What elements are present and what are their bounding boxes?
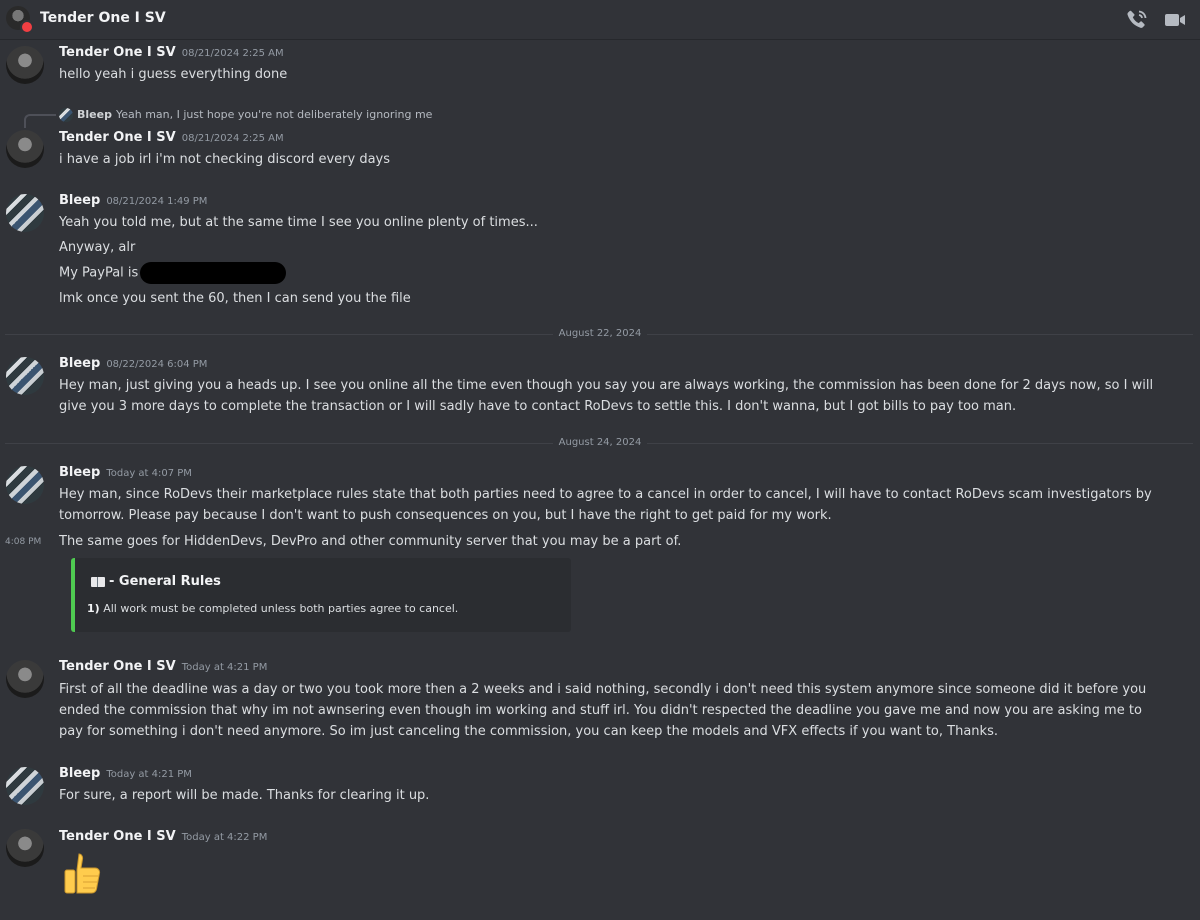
message-author[interactable]: Bleep 08/22/2024 6:04 PM xyxy=(59,356,207,371)
message-timestamp: Today at 4:21 PM xyxy=(181,662,268,673)
reply-avatar xyxy=(59,108,73,122)
message-timestamp: 08/22/2024 6:04 PM xyxy=(106,359,208,370)
message-timestamp: 08/21/2024 2:25 AM xyxy=(181,48,284,59)
avatar-bleep[interactable] xyxy=(6,357,44,395)
message-text: Hey man, just giving you a heads up. I s… xyxy=(59,378,1154,414)
phone-call-icon[interactable] xyxy=(1125,8,1149,32)
embed-title: - General Rules xyxy=(91,574,221,589)
open-book-icon xyxy=(91,576,105,587)
date-divider: August 24, 2024 xyxy=(0,437,1200,448)
message-text: Yeah you told me, but at the same time I… xyxy=(59,215,538,230)
message-author[interactable]: Bleep 08/21/2024 1:49 PM xyxy=(59,193,207,208)
thumbs-up-icon xyxy=(64,853,101,894)
message-timestamp: 08/21/2024 2:25 AM xyxy=(181,133,284,144)
message-author[interactable]: Bleep Today at 4:21 PM xyxy=(59,766,192,781)
reply-connector xyxy=(24,114,56,128)
avatar-tender[interactable] xyxy=(6,130,44,168)
message-text: Anyway, alr xyxy=(59,240,136,255)
message-text: lmk once you sent the 60, then I can sen… xyxy=(59,291,411,306)
message-text: For sure, a report will be made. Thanks … xyxy=(59,788,430,803)
hover-timestamp: 4:08 PM xyxy=(5,537,42,547)
message-text: My PayPal is xyxy=(59,262,287,284)
message-text: i have a job irl i'm not checking discor… xyxy=(59,152,391,167)
message-timestamp: 08/21/2024 1:49 PM xyxy=(106,196,208,207)
avatar-tender[interactable] xyxy=(6,660,44,698)
avatar-tender[interactable] xyxy=(6,829,44,867)
message-author[interactable]: Tender One I SV 08/21/2024 2:25 AM xyxy=(59,45,284,60)
date-divider: August 22, 2024 xyxy=(0,328,1200,339)
video-camera-icon[interactable] xyxy=(1163,8,1187,32)
embed-description: 1) All work must be completed unless bot… xyxy=(87,602,459,615)
message-timestamp: Today at 4:07 PM xyxy=(106,468,192,479)
reply-text: Yeah man, I just hope you're not deliber… xyxy=(115,108,433,121)
avatar-bleep[interactable] xyxy=(6,767,44,805)
message-text: The same goes for HiddenDevs, DevPro and… xyxy=(59,534,682,549)
message-text: Hey man, since RoDevs their marketplace … xyxy=(59,487,1152,523)
redacted-block xyxy=(140,262,287,284)
message-timestamp: Today at 4:21 PM xyxy=(106,769,192,780)
reply-preview[interactable]: Bleep Yeah man, I just hope you're not de… xyxy=(59,108,432,122)
message-author[interactable]: Bleep Today at 4:07 PM xyxy=(59,465,192,480)
message-author[interactable]: Tender One I SV Today at 4:22 PM xyxy=(59,829,267,844)
avatar-bleep[interactable] xyxy=(6,466,44,504)
message-timestamp: Today at 4:22 PM xyxy=(181,832,268,843)
message-text: hello yeah i guess everything done xyxy=(59,67,288,82)
message-text: First of all the deadline was a day or t… xyxy=(59,682,1147,739)
reply-author: Bleep xyxy=(77,108,112,121)
channel-title: Tender One I SV xyxy=(40,10,166,26)
message-author[interactable]: Tender One I SV 08/21/2024 2:25 AM xyxy=(59,130,284,145)
rules-embed: - General Rules 1) All work must be comp… xyxy=(71,558,571,632)
avatar-bleep[interactable] xyxy=(6,194,44,232)
avatar-tender[interactable] xyxy=(6,46,44,84)
message-author[interactable]: Tender One I SV Today at 4:21 PM xyxy=(59,659,267,674)
dnd-status-icon xyxy=(20,20,34,34)
channel-header: Tender One I SV xyxy=(0,0,1200,40)
